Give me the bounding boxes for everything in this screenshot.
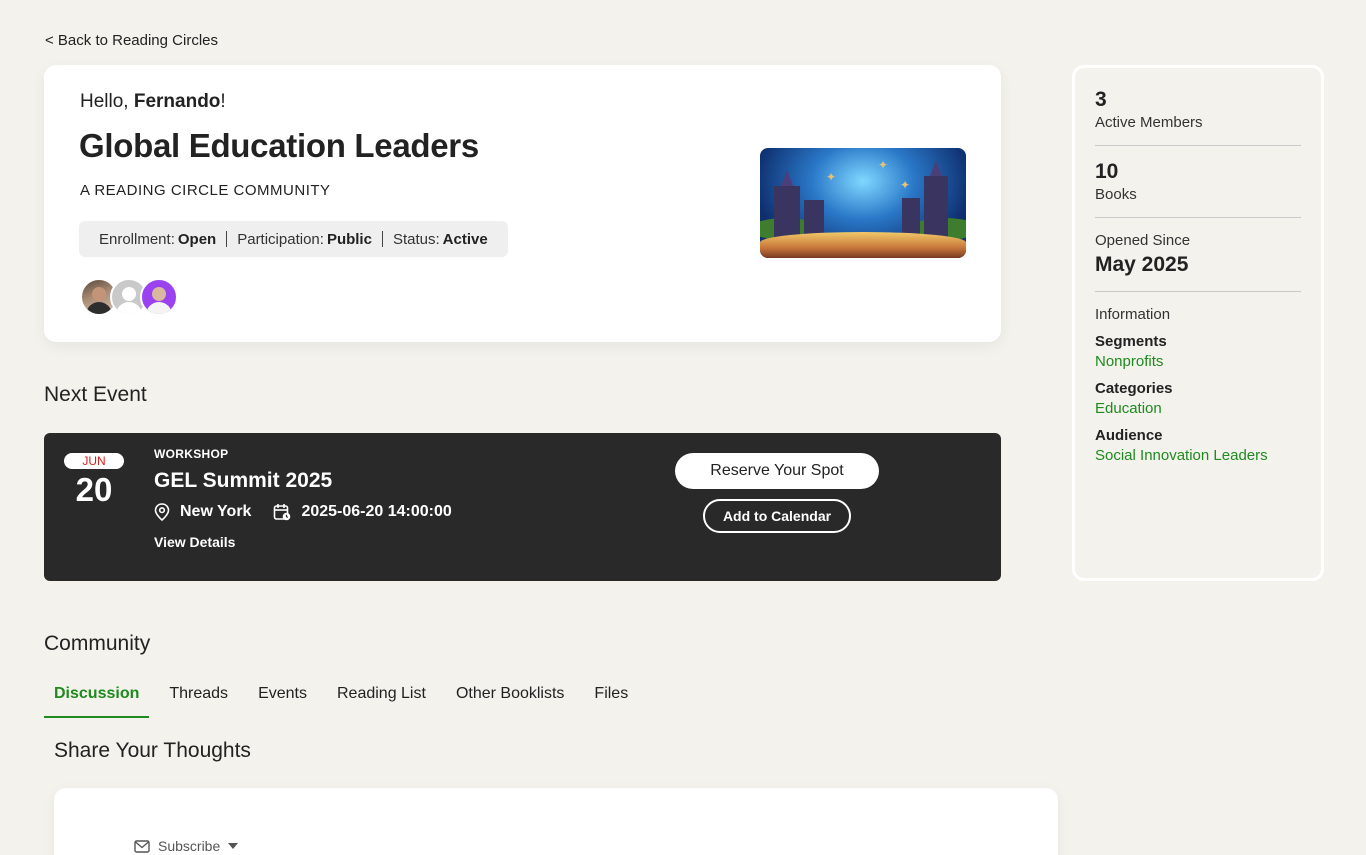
cover-castle-spire [781,170,793,186]
event-location: New York [180,503,252,520]
community-heading: Community [44,632,151,655]
event-title: GEL Summit 2025 [154,469,333,492]
cover-open-book [760,232,966,258]
event-meta: New York 2025-06-20 14:00:00 [154,503,452,521]
avatar-head [152,287,166,301]
event-date-badge: JUN 20 [64,453,124,509]
event-day: 20 [75,471,113,508]
greeting-prefix: Hello, [80,91,134,112]
participation-label: Participation: [237,230,324,248]
avatar-head [92,287,106,301]
members-count: 3 [1095,88,1107,111]
status-value: Active [442,230,488,248]
categories-label: Categories [1095,380,1173,397]
participation-value: Public [326,230,372,248]
status-label: Status: [392,230,440,248]
tab-files[interactable]: Files [584,680,638,718]
tab-discussion[interactable]: Discussion [44,680,150,718]
books-label: Books [1095,186,1137,203]
members-stat: 3 Active Members [1095,88,1301,146]
next-event-card: JUN 20 WORKSHOP GEL Summit 2025 New York… [44,433,1001,581]
tab-other-booklists[interactable]: Other Booklists [446,680,574,718]
books-stat: 10 Books [1095,160,1301,218]
circle-stats-sidebar: 3 Active Members 10 Books Opened Since M… [1072,65,1324,581]
cover-castle-tower [924,176,948,238]
audience-label: Audience [1095,427,1163,444]
divider [381,231,383,247]
tab-reading-list[interactable]: Reading List [327,680,436,718]
cover-castle-spire [930,160,942,176]
location-pin-icon [154,503,170,521]
avatar-body [146,302,172,314]
subscribe-label: Subscribe [158,838,221,854]
back-to-reading-circles-link[interactable]: < Back to Reading Circles [45,32,218,49]
subscribe-dropdown[interactable]: Subscribe [134,838,239,854]
add-to-calendar-button[interactable]: Add to Calendar [703,499,851,533]
member-avatars [80,278,178,316]
audience-value-link[interactable]: Social Innovation Leaders [1095,447,1301,464]
event-type: WORKSHOP [154,447,229,461]
event-month: JUN [64,453,124,469]
event-datetime: 2025-06-20 14:00:00 [301,503,452,520]
divider [226,231,228,247]
avatar[interactable] [140,278,178,316]
enrollment-value: Open [177,230,217,248]
user-name: Fernando [133,91,221,112]
reserve-spot-button[interactable]: Reserve Your Spot [675,453,879,489]
circle-hero-card: Hello, Fernando! Global Education Leader… [44,65,1001,342]
circle-title: Global Education Leaders [79,127,479,164]
tab-threads[interactable]: Threads [159,680,238,718]
greeting-suffix: ! [220,91,226,112]
circle-meta-pill: Enrollment: Open Participation: Public Sta… [79,221,508,257]
categories-value-link[interactable]: Education [1095,400,1301,417]
chevron-down-icon [228,843,239,849]
circle-cover-image: ✦ ✦ ✦ [760,148,966,258]
tab-events[interactable]: Events [248,680,317,718]
opened-since-stat: Opened Since May 2025 [1095,232,1301,292]
members-label: Active Members [1095,114,1203,131]
opened-value: May 2025 [1095,253,1189,276]
view-details-link[interactable]: View Details [154,534,235,550]
enrollment-label: Enrollment: [99,230,175,248]
information-heading: Information [1095,306,1171,323]
calendar-clock-icon [274,504,291,521]
circle-subtitle: A READING CIRCLE COMMUNITY [80,182,331,199]
next-event-heading: Next Event [44,383,147,406]
books-count: 10 [1095,160,1119,183]
cover-bird-icon: ✦ [826,170,837,184]
cover-castle-tower [774,186,800,238]
cover-bird-icon: ✦ [878,158,889,172]
community-tabs: Discussion Threads Events Reading List O… [44,680,648,718]
segments-label: Segments [1095,333,1167,350]
cover-bird-icon: ✦ [900,178,911,192]
segments-value-link[interactable]: Nonprofits [1095,353,1301,370]
avatar-body [86,302,112,314]
discussion-composer-card: Subscribe [54,788,1058,855]
avatar-head [122,287,136,301]
opened-label: Opened Since [1095,232,1191,249]
share-thoughts-heading: Share Your Thoughts [54,739,251,762]
mail-icon [134,839,150,853]
greeting: Hello, Fernando! [80,91,226,113]
avatar-body [116,302,142,314]
